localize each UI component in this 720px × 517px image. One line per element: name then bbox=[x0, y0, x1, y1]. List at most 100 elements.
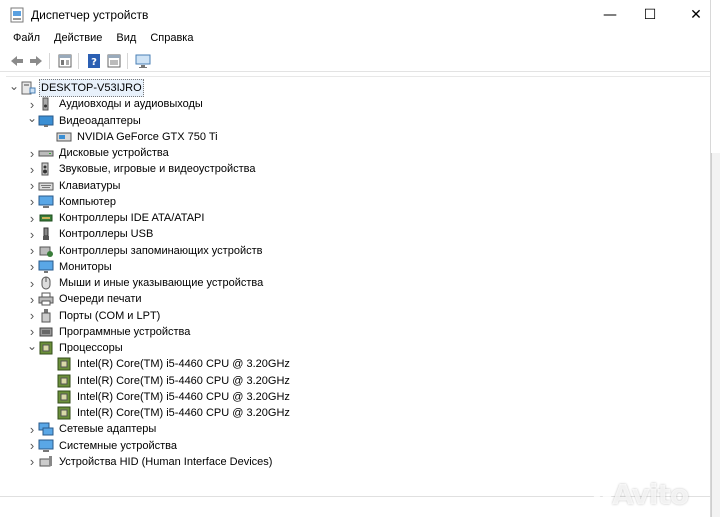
cpu-device-icon bbox=[56, 405, 72, 421]
tree-item-device[interactable]: Intel(R) Core(TM) i5-4460 CPU @ 3.20GHz bbox=[44, 389, 292, 405]
usb-icon bbox=[38, 226, 54, 242]
tree-item-category[interactable]: › Мыши и иные указывающие устройства bbox=[26, 275, 265, 291]
tree-item-label: Сетевые адаптеры bbox=[59, 423, 157, 436]
tree-item-category[interactable]: › Очереди печати bbox=[26, 291, 144, 307]
expand-chevron-icon[interactable]: › bbox=[26, 259, 38, 275]
menu-help[interactable]: Справка bbox=[143, 30, 200, 48]
tree-item-label: Компьютер bbox=[59, 195, 116, 208]
gpu-device-icon bbox=[56, 129, 72, 145]
hid-icon bbox=[38, 454, 54, 470]
cpu-device-icon bbox=[56, 356, 72, 372]
background-window-edge bbox=[710, 0, 720, 517]
help-icon[interactable]: ? bbox=[85, 52, 103, 70]
tree-item-category[interactable]: › Дисковые устройства bbox=[26, 145, 171, 161]
tree-item-device[interactable]: Intel(R) Core(TM) i5-4460 CPU @ 3.20GHz bbox=[44, 356, 292, 372]
processor-icon bbox=[38, 340, 54, 356]
toolbar-separator bbox=[127, 53, 128, 69]
tree-item-label: Аудиовходы и аудиовыходы bbox=[59, 98, 203, 111]
tree-item-label: Клавиатуры bbox=[59, 179, 121, 192]
expand-chevron-icon[interactable]: › bbox=[26, 194, 38, 210]
tree-item-category[interactable]: › Контроллеры запоминающих устройств bbox=[26, 243, 264, 259]
tree-item-label: Мониторы bbox=[59, 260, 112, 273]
cpu-device-icon bbox=[56, 389, 72, 405]
tree-item-label: Intel(R) Core(TM) i5-4460 CPU @ 3.20GHz bbox=[77, 390, 290, 403]
toolbar: ? bbox=[0, 49, 710, 72]
minimize-button[interactable]: — bbox=[588, 0, 632, 30]
properties-icon[interactable] bbox=[56, 52, 74, 70]
device-tree: ⌄ DESKTOP-V53IJRO › Аудиовходы и аудиовыход… bbox=[6, 76, 710, 496]
collapse-chevron-icon[interactable]: ⌄ bbox=[26, 110, 38, 126]
tree-item-label: Intel(R) Core(TM) i5-4460 CPU @ 3.20GHz bbox=[77, 358, 290, 371]
tree-item-category[interactable]: › Порты (COM и LPT) bbox=[26, 308, 162, 324]
tree-item-category[interactable]: › Сетевые адаптеры bbox=[26, 421, 158, 437]
tree-item-label: Видеоадаптеры bbox=[59, 114, 141, 127]
tree-item-label: NVIDIA GeForce GTX 750 Ti bbox=[77, 130, 218, 143]
menu-view[interactable]: Вид bbox=[109, 30, 143, 48]
tree-item-category[interactable]: › Звуковые, игровые и видеоустройства bbox=[26, 161, 258, 177]
expand-chevron-icon[interactable]: › bbox=[26, 308, 38, 324]
menu-action[interactable]: Действие bbox=[47, 30, 109, 48]
expand-chevron-icon[interactable]: › bbox=[26, 145, 38, 161]
tree-item-label: Контроллеры USB bbox=[59, 228, 154, 241]
tree-item-category[interactable]: › Аудиовходы и аудиовыходы bbox=[26, 96, 205, 112]
tree-item-category[interactable]: › Контроллеры USB bbox=[26, 226, 155, 242]
tree-item-category[interactable]: › Компьютер bbox=[26, 194, 118, 210]
display-adapter-icon bbox=[38, 113, 54, 129]
expand-chevron-icon[interactable]: › bbox=[26, 226, 38, 242]
tree-item-category[interactable]: › Мониторы bbox=[26, 259, 114, 275]
tree-item-label: Контроллеры IDE ATA/ATAPI bbox=[59, 212, 205, 224]
monitor-scan-icon[interactable] bbox=[134, 52, 152, 70]
forward-icon[interactable] bbox=[27, 52, 45, 70]
software-device-icon bbox=[38, 324, 54, 340]
tree-item-device[interactable]: Intel(R) Core(TM) i5-4460 CPU @ 3.20GHz bbox=[44, 405, 292, 421]
tree-item-device[interactable]: NVIDIA GeForce GTX 750 Ti bbox=[44, 129, 220, 145]
monitor-icon bbox=[38, 259, 54, 275]
expand-chevron-icon[interactable]: › bbox=[26, 421, 38, 437]
maximize-button[interactable]: ☐ bbox=[628, 0, 672, 30]
menu-file[interactable]: Файл bbox=[0, 30, 47, 48]
computer-icon bbox=[38, 194, 54, 210]
tree-item-label: Intel(R) Core(TM) i5-4460 CPU @ 3.20GHz bbox=[77, 374, 290, 387]
tree-item-category[interactable]: › Устройства HID (Human Interface Devices… bbox=[26, 454, 274, 470]
storage-icon bbox=[38, 243, 54, 259]
expand-chevron-icon[interactable]: › bbox=[26, 178, 38, 194]
tree-item-label: Дисковые устройства bbox=[59, 147, 169, 159]
expand-chevron-icon[interactable]: › bbox=[26, 275, 38, 291]
ide-icon bbox=[38, 210, 54, 226]
back-icon[interactable] bbox=[8, 52, 26, 70]
sound-icon bbox=[38, 161, 54, 177]
collapse-chevron-icon[interactable]: ⌄ bbox=[26, 338, 38, 354]
avito-watermark: Avito bbox=[612, 478, 689, 511]
tree-item-category[interactable]: › Контроллеры IDE ATA/ATAPI bbox=[26, 210, 206, 226]
tree-item-device[interactable]: Intel(R) Core(TM) i5-4460 CPU @ 3.20GHz bbox=[44, 373, 292, 389]
action-icon[interactable] bbox=[105, 52, 123, 70]
tree-item-category[interactable]: ⌄ Процессоры bbox=[26, 338, 125, 356]
tree-item-category[interactable]: › Системные устройства bbox=[26, 438, 179, 454]
expand-chevron-icon[interactable]: › bbox=[26, 161, 38, 177]
window-title: Диспетчер устройств bbox=[31, 8, 149, 22]
system-device-icon bbox=[38, 438, 54, 454]
mouse-icon bbox=[38, 275, 54, 291]
expand-chevron-icon[interactable]: › bbox=[26, 210, 38, 226]
tree-item-category[interactable]: › Клавиатуры bbox=[26, 178, 122, 194]
tree-item-label: DESKTOP-V53IJRO bbox=[39, 79, 144, 97]
title-bar: Диспетчер устройств — ☐ ✕ bbox=[0, 0, 710, 30]
disk-icon bbox=[38, 145, 54, 161]
tree-root-computer[interactable]: ⌄ DESKTOP-V53IJRO bbox=[8, 78, 144, 97]
expand-chevron-icon[interactable]: › bbox=[26, 454, 38, 470]
tree-item-label: Звуковые, игровые и видеоустройства bbox=[59, 163, 256, 176]
tree-item-category[interactable]: ⌄ Видеоадаптеры bbox=[26, 110, 143, 129]
audio-icon bbox=[38, 96, 54, 112]
tree-item-category[interactable]: › Программные устройства bbox=[26, 324, 192, 340]
expand-chevron-icon[interactable]: › bbox=[26, 291, 38, 307]
tree-item-label: Intel(R) Core(TM) i5-4460 CPU @ 3.20GHz bbox=[77, 407, 290, 419]
device-manager-window: Диспетчер устройств — ☐ ✕ Файл Действие … bbox=[0, 0, 710, 517]
tree-item-label: Системные устройства bbox=[59, 439, 178, 452]
collapse-chevron-icon[interactable]: ⌄ bbox=[8, 78, 20, 94]
expand-chevron-icon[interactable]: › bbox=[26, 438, 38, 454]
expand-chevron-icon[interactable]: › bbox=[26, 243, 38, 259]
toolbar-separator bbox=[78, 53, 79, 69]
toolbar-separator bbox=[49, 53, 50, 69]
